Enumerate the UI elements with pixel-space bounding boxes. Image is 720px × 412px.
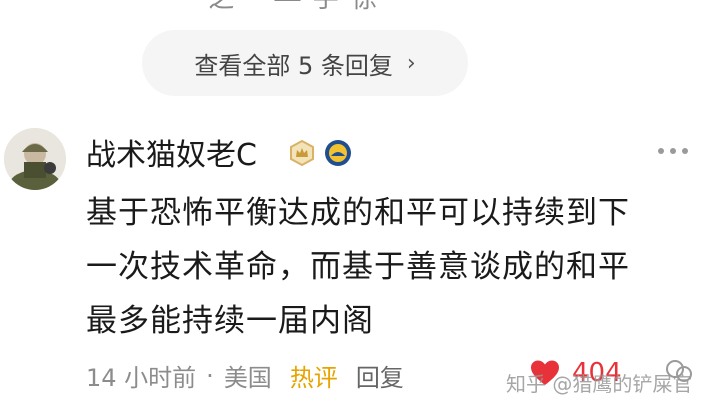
cutoff-text: ー 之 ─ ― 手 徐	[170, 0, 379, 15]
reply-button[interactable]: 回复	[356, 358, 404, 393]
avatar[interactable]	[4, 128, 66, 190]
view-all-replies-button[interactable]: 查看全部 5 条回复 ›	[142, 30, 468, 96]
comment-content: 基于恐怖平衡达成的和平可以持续到下 一次技术革命，而基于善意谈成的和平 最多能持…	[86, 186, 706, 348]
content-line: 基于恐怖平衡达成的和平可以持续到下	[86, 195, 630, 231]
star-badge-icon[interactable]	[324, 139, 352, 167]
crown-badge-icon[interactable]	[289, 139, 315, 167]
watermark: 知乎 @猎鹰的铲屎官	[506, 372, 693, 396]
content-line: 最多能持续一届内阁	[86, 303, 374, 339]
comment-time: 14 小时前	[86, 364, 197, 392]
chevron-right-icon: ›	[406, 50, 416, 76]
view-all-label: 查看全部 5 条回复	[194, 51, 393, 80]
username[interactable]: 战术猫奴老C	[86, 130, 257, 174]
hot-comment-badge: 热评	[289, 364, 338, 392]
meta-separator: ·	[206, 361, 214, 390]
comment-location: 美国	[223, 364, 272, 392]
comment-thread: ー 之 ─ ― 手 徐 查看全部 5 条回复 › 战术猫奴老C 基于	[0, 0, 720, 412]
comment-meta: 14 小时前 · 美国 热评 回复	[86, 358, 404, 393]
content-line: 一次技术革命，而基于善意谈成的和平	[86, 249, 630, 285]
more-icon[interactable]	[658, 148, 688, 154]
